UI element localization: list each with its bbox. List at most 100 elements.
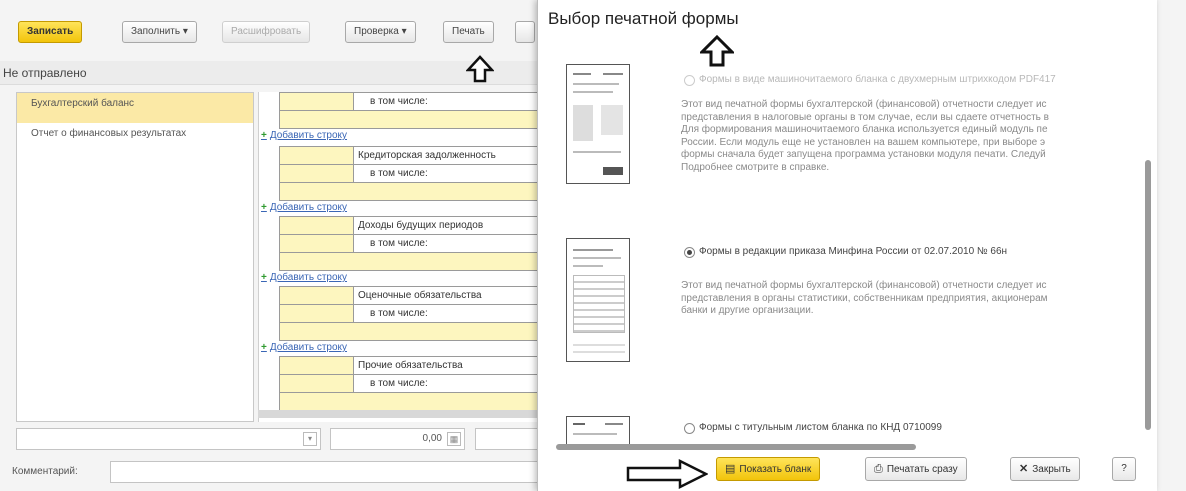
- row-label-text: Прочие обязательства: [358, 360, 463, 371]
- plus-icon: +: [261, 272, 267, 283]
- amount-value: 0,00: [422, 433, 442, 444]
- option-label: Формы в редакции приказа Минфина России …: [699, 246, 1008, 257]
- report-cell[interactable]: [279, 286, 354, 305]
- plus-icon: +: [261, 202, 267, 213]
- check-button-label: Проверка: [354, 26, 399, 37]
- report-cell[interactable]: [279, 146, 354, 165]
- report-cell[interactable]: [279, 182, 548, 201]
- save-button[interactable]: Записать: [18, 21, 83, 43]
- option-label: Формы в виде машиночитаемого бланка с дв…: [699, 74, 1056, 85]
- form-preview-thumbnail: [566, 416, 630, 444]
- printer-icon: ⎙: [874, 463, 883, 475]
- report-cell-label: в том числе:: [353, 304, 548, 323]
- close-label: Закрыть: [1032, 464, 1071, 475]
- help-button[interactable]: ?: [1112, 457, 1136, 481]
- fill-button-label: Заполнить: [131, 26, 181, 37]
- dialog-options: Формы в виде машиночитаемого бланка с дв…: [538, 42, 1140, 444]
- dropdown-arrow-icon: ▾: [182, 26, 188, 37]
- decrypt-button[interactable]: Расшифровать: [222, 21, 311, 43]
- section-item-balance[interactable]: Бухгалтерский баланс: [17, 93, 253, 123]
- in-that-number-label: в том числе:: [370, 378, 428, 389]
- row-label-text: Доходы будущих периодов: [358, 220, 484, 231]
- comment-input[interactable]: [110, 461, 550, 483]
- close-button[interactable]: ✕ Закрыть: [1010, 457, 1080, 481]
- report-cell-label: в том числе:: [353, 374, 548, 393]
- in-that-number-label: в том числе:: [370, 168, 428, 179]
- form-preview-thumbnail: [566, 238, 630, 362]
- print-button-label: Печать: [452, 26, 485, 37]
- extra-field[interactable]: [475, 428, 540, 450]
- in-that-number-label: в том числе:: [370, 96, 428, 107]
- check-button[interactable]: Проверка ▾: [345, 21, 416, 43]
- option-description: Этот вид печатной формы бухгалтерской (ф…: [681, 280, 1048, 316]
- report-cell[interactable]: [279, 322, 548, 341]
- report-horizontal-scrollbar[interactable]: [258, 410, 548, 418]
- report-cell[interactable]: [279, 110, 548, 129]
- in-that-number-label: в том числе:: [370, 238, 428, 249]
- radio-minfin-66n[interactable]: [684, 247, 695, 258]
- row-label: Оценочные обязательства: [353, 286, 548, 305]
- print-button[interactable]: Печать: [443, 21, 494, 43]
- more-button[interactable]: [515, 21, 535, 43]
- add-row-label: Добавить строку: [269, 202, 348, 213]
- report-cell-label: в том числе:: [353, 164, 548, 183]
- add-row-label: Добавить строку: [269, 272, 348, 283]
- screen: Записать Заполнить ▾ Расшифровать Провер…: [0, 0, 1186, 491]
- sections-list: Бухгалтерский баланс Отчет о финансовых …: [16, 92, 254, 422]
- totals-field[interactable]: ▾: [16, 428, 321, 450]
- amount-field[interactable]: 0,00 ▦: [330, 428, 465, 450]
- show-form-button[interactable]: ▤ Показать бланк: [716, 457, 821, 481]
- add-row-link[interactable]: + Добавить строку: [261, 272, 347, 283]
- show-form-label: Показать бланк: [739, 464, 812, 475]
- save-button-label: Записать: [27, 26, 74, 37]
- report-cell-label: в том числе:: [353, 92, 548, 111]
- calculator-icon[interactable]: ▦: [447, 432, 461, 446]
- report-cell[interactable]: [279, 234, 354, 253]
- report-cell[interactable]: [279, 216, 354, 235]
- plus-icon: +: [261, 342, 267, 353]
- dialog-horizontal-scrollbar[interactable]: [548, 444, 1128, 450]
- row-label: Кредиторская задолженность: [353, 146, 548, 165]
- radio-knd-0710099[interactable]: [684, 423, 695, 434]
- report-table: в том числе: + Добавить строку Кредиторск…: [258, 92, 548, 422]
- in-that-number-label: в том числе:: [370, 308, 428, 319]
- dropdown-arrow-icon: ▾: [401, 26, 407, 37]
- scrollbar-thumb[interactable]: [556, 444, 916, 450]
- help-label: ?: [1121, 463, 1127, 474]
- up-arrow-icon: [466, 55, 494, 83]
- decrypt-button-label: Расшифровать: [231, 26, 302, 37]
- fill-button[interactable]: Заполнить ▾: [122, 21, 197, 43]
- dialog-title: Выбор печатной формы: [548, 9, 739, 28]
- print-now-label: Печатать сразу: [886, 464, 958, 475]
- row-label: Доходы будущих периодов: [353, 216, 548, 235]
- print-now-button[interactable]: ⎙ Печатать сразу: [865, 457, 967, 481]
- report-cell[interactable]: [279, 374, 354, 393]
- option-description: Этот вид печатной формы бухгалтерской (ф…: [681, 99, 1049, 173]
- close-icon: ✕: [1019, 463, 1029, 475]
- plus-icon: +: [261, 130, 267, 141]
- comment-label: Комментарий:: [12, 466, 78, 477]
- add-row-label: Добавить строку: [269, 130, 348, 141]
- add-row-link[interactable]: + Добавить строку: [261, 342, 347, 353]
- report-cell[interactable]: [279, 164, 354, 183]
- section-item-label: Отчет о финансовых результатах: [31, 128, 187, 139]
- print-form-dialog: Выбор печатной формы Формы в виде машино…: [537, 0, 1157, 491]
- report-cell[interactable]: [279, 392, 548, 411]
- radio-pdf417[interactable]: [684, 75, 695, 86]
- dialog-vertical-scrollbar[interactable]: [1142, 42, 1154, 444]
- option-label: Формы с титульным листом бланка по КНД 0…: [699, 422, 942, 433]
- report-cell-label: в том числе:: [353, 234, 548, 253]
- report-cell[interactable]: [279, 92, 354, 111]
- scrollbar-thumb[interactable]: [1145, 160, 1151, 430]
- report-cell[interactable]: [279, 356, 354, 375]
- add-row-label: Добавить строку: [269, 342, 348, 353]
- add-row-link[interactable]: + Добавить строку: [261, 202, 347, 213]
- row-label-text: Кредиторская задолженность: [358, 150, 496, 161]
- right-arrow-icon: [626, 459, 708, 489]
- section-item-results[interactable]: Отчет о финансовых результатах: [17, 123, 253, 153]
- add-row-link[interactable]: + Добавить строку: [261, 130, 347, 141]
- dropdown-arrow-icon[interactable]: ▾: [303, 432, 317, 446]
- report-cell[interactable]: [279, 304, 354, 323]
- row-label: Прочие обязательства: [353, 356, 548, 375]
- report-cell[interactable]: [279, 252, 548, 271]
